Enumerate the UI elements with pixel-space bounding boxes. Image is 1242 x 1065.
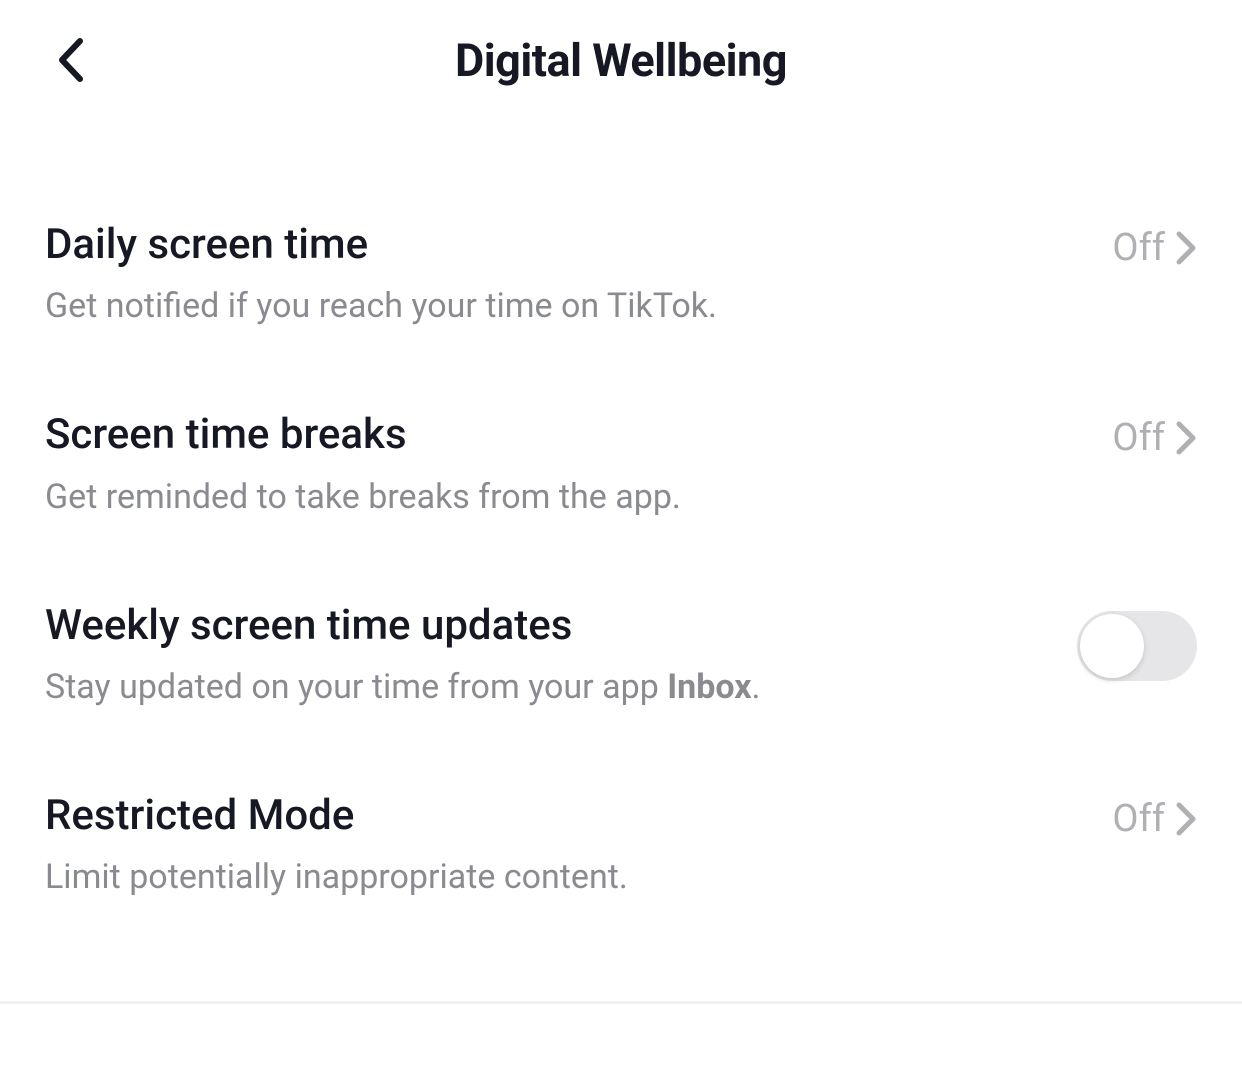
- setting-text: Daily screen time Get notified if you re…: [45, 220, 1112, 330]
- setting-desc-post: .: [752, 667, 761, 707]
- setting-value: Off: [1112, 226, 1165, 270]
- setting-restricted-mode[interactable]: Restricted Mode Limit potentially inappr…: [0, 751, 1242, 941]
- setting-desc: Get notified if you reach your time on T…: [45, 284, 1112, 330]
- setting-title: Daily screen time: [45, 220, 1112, 270]
- back-button[interactable]: [48, 36, 96, 84]
- setting-daily-screen-time[interactable]: Daily screen time Get notified if you re…: [0, 180, 1242, 370]
- divider: [0, 1001, 1242, 1004]
- setting-desc-pre: Stay updated on your time from your app: [45, 667, 667, 707]
- header: Digital Wellbeing: [0, 0, 1242, 120]
- settings-list: Daily screen time Get notified if you re…: [0, 120, 1242, 941]
- chevron-left-icon: [54, 37, 90, 83]
- setting-title: Weekly screen time updates: [45, 601, 1077, 651]
- setting-value: Off: [1112, 416, 1165, 460]
- toggle-knob: [1080, 614, 1144, 678]
- page-title: Digital Wellbeing: [45, 34, 1197, 87]
- setting-value-wrap: Off: [1112, 791, 1197, 841]
- setting-title: Screen time breaks: [45, 410, 1112, 460]
- setting-text: Restricted Mode Limit potentially inappr…: [45, 791, 1112, 901]
- setting-text: Weekly screen time updates Stay updated …: [45, 601, 1077, 711]
- setting-value-wrap: Off: [1112, 410, 1197, 460]
- setting-desc-bold: Inbox: [667, 667, 751, 707]
- setting-screen-time-breaks[interactable]: Screen time breaks Get reminded to take …: [0, 370, 1242, 560]
- setting-title: Restricted Mode: [45, 791, 1112, 841]
- setting-desc: Limit potentially inappropriate content.: [45, 855, 1112, 901]
- setting-desc: Stay updated on your time from your app …: [45, 665, 1077, 711]
- setting-text: Screen time breaks Get reminded to take …: [45, 410, 1112, 520]
- weekly-updates-toggle[interactable]: [1077, 611, 1197, 681]
- setting-weekly-updates[interactable]: Weekly screen time updates Stay updated …: [0, 561, 1242, 751]
- chevron-right-icon: [1175, 801, 1197, 837]
- setting-desc: Get reminded to take breaks from the app…: [45, 475, 1112, 521]
- chevron-right-icon: [1175, 420, 1197, 456]
- setting-value-wrap: Off: [1112, 220, 1197, 270]
- setting-value: Off: [1112, 797, 1165, 841]
- chevron-right-icon: [1175, 230, 1197, 266]
